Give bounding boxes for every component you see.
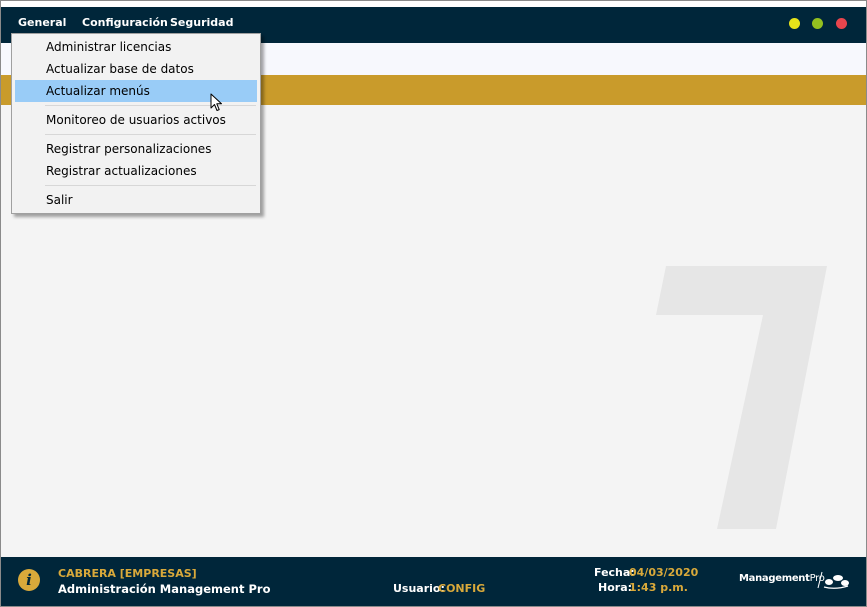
brand-name-bold: Management (739, 573, 810, 584)
managementpro-logo-icon (817, 571, 849, 589)
menu-item-salir[interactable]: Salir (15, 189, 257, 211)
company-name: CABRERA [EMPRESAS] (58, 567, 197, 580)
menu-separator (45, 105, 256, 106)
menu-item-registrar-personalizaciones[interactable]: Registrar personalizaciones (15, 138, 257, 160)
time-value: 1:43 p.m. (629, 581, 688, 594)
menu-separator (45, 185, 256, 186)
menu-item-administrar-licencias[interactable]: Administrar licencias (15, 36, 257, 58)
app-name: Administración Management Pro (58, 582, 271, 596)
menu-item-actualizar-base-de-datos[interactable]: Actualizar base de datos (15, 58, 257, 80)
minimize-button[interactable] (789, 18, 800, 29)
pointer-cursor-icon (210, 93, 222, 111)
status-bar: i CABRERA [EMPRESAS] Administración Mana… (1, 557, 866, 606)
time-label: Hora: (598, 581, 633, 594)
close-button[interactable] (836, 18, 847, 29)
date-value: 04/03/2020 (629, 566, 699, 579)
app-window: General Configuración Seguridad i CABRER… (0, 0, 867, 607)
menu-item-registrar-actualizaciones[interactable]: Registrar actualizaciones (15, 160, 257, 182)
menu-separator (45, 134, 256, 135)
general-dropdown-menu: Administrar licencias Actualizar base de… (11, 33, 261, 214)
user-value: CONFIG (438, 582, 486, 595)
info-icon[interactable]: i (18, 569, 40, 591)
maximize-button[interactable] (812, 18, 823, 29)
